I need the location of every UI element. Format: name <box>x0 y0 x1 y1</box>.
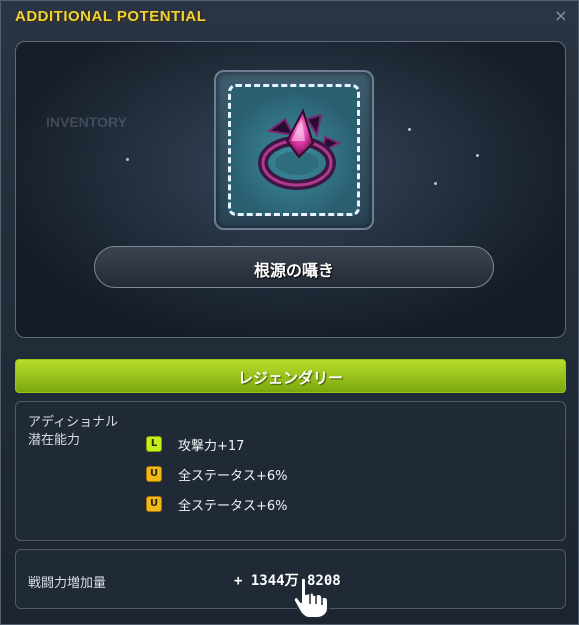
potential-option-text: 全ステータス+6% <box>178 498 288 514</box>
potential-option-text: 全ステータス+6% <box>178 468 288 484</box>
title-bar[interactable]: ADDITIONAL POTENTIAL × <box>1 1 579 35</box>
grade-label: レジェンダリー <box>237 369 343 387</box>
legendary-grade-icon: L <box>146 436 162 452</box>
window-title: ADDITIONAL POTENTIAL <box>15 8 207 25</box>
sparkle-decoration <box>126 158 129 161</box>
potential-option-row: L 攻撃力+17 <box>146 434 244 454</box>
unique-grade-icon: U <box>146 466 162 482</box>
combat-power-label: 戦闘力増加量 <box>28 576 107 591</box>
potential-heading: アディショナル 潜在能力 <box>28 414 118 450</box>
item-slot[interactable] <box>214 70 374 230</box>
potential-options-panel: アディショナル 潜在能力 L 攻撃力+17 U 全ステータス+6% U 全ステー… <box>15 401 566 541</box>
item-name-plate: 根源の囁き <box>94 246 494 288</box>
potential-heading-line1: アディショナル <box>28 415 119 430</box>
pointer-hand-icon <box>292 576 329 619</box>
potential-option-row: U 全ステータス+6% <box>146 464 288 484</box>
potential-grade-bar: レジェンダリー <box>15 359 566 393</box>
potential-option-text: 攻撃力+17 <box>178 438 245 454</box>
item-display-panel: INVENTORY 根源の囁き <box>15 41 566 338</box>
sparkle-decoration <box>434 182 437 185</box>
additional-potential-window: ADDITIONAL POTENTIAL × INVENTORY 根源の囁き レ… <box>0 0 579 625</box>
background-inventory-label: INVENTORY <box>46 114 127 130</box>
potential-heading-line2: 潜在能力 <box>28 433 81 448</box>
sparkle-decoration <box>408 128 411 131</box>
item-name: 根源の囁き <box>253 261 334 280</box>
potential-option-row: U 全ステータス+6% <box>146 494 288 514</box>
sparkle-decoration <box>476 154 479 157</box>
close-icon[interactable]: × <box>552 7 570 25</box>
dark-ring-icon <box>258 108 342 190</box>
unique-grade-icon: U <box>146 496 162 512</box>
item-slot-dashed-border <box>228 84 360 216</box>
